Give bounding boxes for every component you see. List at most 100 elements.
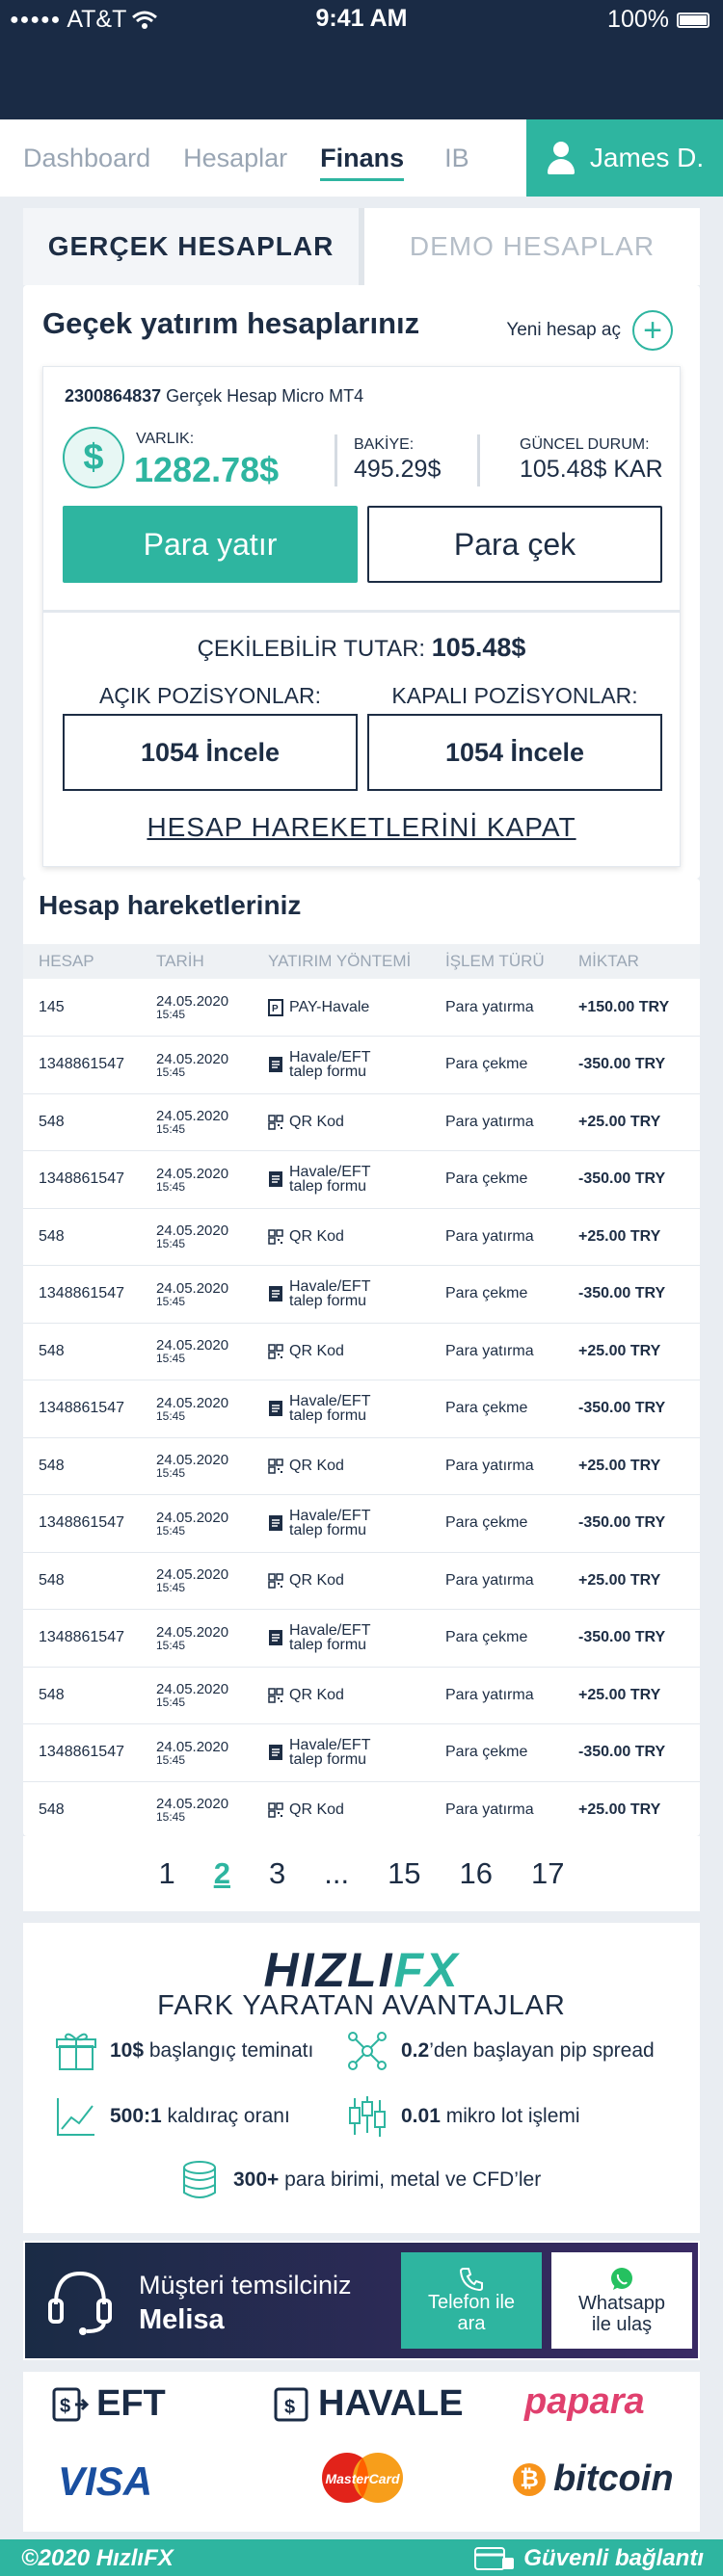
tab-hesaplar[interactable]: Hesaplar: [172, 144, 299, 173]
method-text: QR Kod: [289, 1572, 344, 1590]
table-row[interactable]: 548 24.05.2020 15:45 QR Kod Para yatırma +25.…: [23, 1667, 700, 1724]
method-text: QR Kod: [289, 1458, 344, 1475]
col-method: YATIRIM YÖNTEMİ: [253, 944, 430, 979]
close-movements-link[interactable]: HESAP HAREKETLERİNİ KAPAT: [43, 812, 680, 843]
plus-icon: +: [632, 310, 673, 351]
call-line1: Telefon ile: [427, 2292, 516, 2313]
time-text: 15:45: [156, 1179, 186, 1194]
closed-positions-label: KAPALI POZİSYONLAR:: [391, 683, 638, 708]
method-text: Havale/EFT: [289, 1164, 371, 1181]
account-tabs: GERÇEK HESAPLAR DEMO HESAPLAR: [23, 208, 700, 285]
date-text: 24.05.2020: [156, 1222, 229, 1240]
user-name: James D.: [589, 143, 705, 172]
call-button[interactable]: Telefon ile ara: [401, 2252, 542, 2349]
table-row[interactable]: 1348861547 24.05.2020 15:45 Havale/EFT talep…: [23, 1380, 700, 1438]
feature-text: para birimi, metal ve CFD’ler: [279, 2169, 542, 2191]
form-icon: [268, 1285, 283, 1302]
date-text: 24.05.2020: [156, 1279, 229, 1297]
qr-icon: [268, 1343, 283, 1360]
whatsapp-button[interactable]: Whatsapp ile ulaş: [551, 2252, 692, 2349]
feature-bold: 0.2: [401, 2039, 430, 2062]
cell-account: 1348861547: [23, 1494, 141, 1553]
qr-icon: [268, 1572, 283, 1590]
cell-method: QR Kod: [253, 1437, 430, 1495]
cell-account: 1348861547: [23, 1380, 141, 1438]
table-row[interactable]: 548 24.05.2020 15:45 QR Kod Para yatırma +25.…: [23, 1552, 700, 1610]
closed-positions-button[interactable]: 1054 İncele: [367, 714, 662, 791]
cell-account: 548: [23, 1093, 141, 1151]
cell-date: 24.05.2020 15:45: [141, 1552, 253, 1610]
cell-type: Para çekme: [430, 1380, 563, 1438]
method-text: Havale/EFT: [289, 1622, 371, 1640]
time-text: 15:45: [156, 1065, 186, 1079]
network-icon: [348, 2032, 387, 2070]
page-link[interactable]: 16: [460, 1856, 493, 1891]
table-row[interactable]: 548 24.05.2020 15:45 QR Kod Para yatırma +25.…: [23, 1208, 700, 1266]
cell-method: Havale/EFT talep formu: [253, 1494, 430, 1553]
cell-amount: +25.00 TRY: [563, 1667, 700, 1724]
table-row[interactable]: 1348861547 24.05.2020 15:45 Havale/EFT talep…: [23, 1150, 700, 1209]
table-row[interactable]: 548 24.05.2020 15:45 QR Kod Para yatırma +25.…: [23, 1437, 700, 1495]
form-icon: [268, 1170, 283, 1188]
cell-account: 1348861547: [23, 1723, 141, 1782]
cell-type: Para yatırma: [430, 1323, 563, 1380]
cell-method: QR Kod: [253, 1093, 430, 1151]
bitcoin-icon: ₿: [513, 2462, 546, 2496]
page-link[interactable]: 17: [531, 1856, 564, 1891]
cell-method: Havale/EFT talep formu: [253, 1036, 430, 1094]
cell-date: 24.05.2020 15:45: [141, 1609, 253, 1668]
account-type: Gerçek Hesap Micro MT4: [166, 386, 364, 406]
table-row[interactable]: 1348861547 24.05.2020 15:45 Havale/EFT talep…: [23, 1494, 700, 1553]
method-text-2: talep formu: [289, 1293, 367, 1310]
tab-ib[interactable]: IB: [433, 144, 481, 173]
open-positions-button[interactable]: 1054 İncele: [63, 714, 358, 791]
qr-icon: [268, 1801, 283, 1819]
page-link[interactable]: 3: [269, 1856, 285, 1891]
page-link[interactable]: 1: [158, 1856, 174, 1891]
method-text: QR Kod: [289, 1687, 344, 1704]
feature-item: 0.2’den başlayan pip spread: [345, 2029, 655, 2073]
withdraw-button[interactable]: Para çek: [367, 506, 662, 583]
phone-icon: [459, 2268, 483, 2292]
table-row[interactable]: 548 24.05.2020 15:45 QR Kod Para yatırma +25.…: [23, 1093, 700, 1151]
method-text-2: talep formu: [289, 1407, 367, 1425]
page-link[interactable]: 2: [214, 1856, 230, 1891]
tab-real-accounts[interactable]: GERÇEK HESAPLAR: [23, 208, 364, 285]
table-row[interactable]: 145 24.05.2020 15:45 P PAY-Havale Para yatırm…: [23, 979, 700, 1037]
table-row[interactable]: 548 24.05.2020 15:45 QR Kod Para yatırma +25.…: [23, 1781, 700, 1839]
cell-type: Para çekme: [430, 1609, 563, 1668]
table-row[interactable]: 1348861547 24.05.2020 15:45 Havale/EFT talep…: [23, 1265, 700, 1324]
payment-havale: $ HAVALE: [272, 2383, 464, 2425]
table-row[interactable]: 1348861547 24.05.2020 15:45 Havale/EFT talep…: [23, 1723, 700, 1782]
page-link[interactable]: 15: [388, 1856, 420, 1891]
cell-date: 24.05.2020 15:45: [141, 1265, 253, 1324]
table-row[interactable]: 1348861547 24.05.2020 15:45 Havale/EFT talep…: [23, 1036, 700, 1094]
form-icon: [268, 1514, 283, 1532]
method-text: Havale/EFT: [289, 1737, 371, 1754]
cell-amount: +25.00 TRY: [563, 1093, 700, 1151]
cell-method: P PAY-Havale: [253, 979, 430, 1037]
payment-bitcoin: ₿ bitcoin: [513, 2458, 674, 2500]
deposit-button[interactable]: Para yatır: [63, 506, 358, 583]
cell-method: Havale/EFT talep formu: [253, 1723, 430, 1782]
user-menu[interactable]: James D.: [526, 119, 723, 197]
cell-account: 1348861547: [23, 1265, 141, 1324]
cell-type: Para yatırma: [430, 1552, 563, 1610]
payment-bitcoin-label: bitcoin: [553, 2458, 674, 2499]
cell-method: Havale/EFT talep formu: [253, 1150, 430, 1209]
table-row[interactable]: 1348861547 24.05.2020 15:45 Havale/EFT talep…: [23, 1609, 700, 1668]
payment-mastercard: MasterCard: [316, 2449, 409, 2507]
eft-icon: $: [52, 2387, 89, 2421]
cell-account: 548: [23, 1437, 141, 1495]
pagination-ellipsis: ...: [324, 1856, 350, 1890]
cell-amount: -350.00 TRY: [563, 1380, 700, 1438]
representative-name: Melisa: [139, 2304, 225, 2335]
tab-dashboard[interactable]: Dashboard: [12, 144, 162, 173]
table-row[interactable]: 548 24.05.2020 15:45 QR Kod Para yatırma +25.…: [23, 1323, 700, 1380]
payment-eft: $ EFT: [50, 2383, 166, 2425]
payment-eft-label: EFT: [96, 2383, 166, 2424]
tab-demo-accounts[interactable]: DEMO HESAPLAR: [364, 208, 700, 285]
new-account-button[interactable]: Yeni hesap aç +: [506, 310, 673, 351]
tab-finans[interactable]: Finans: [308, 144, 415, 181]
cell-type: Para çekme: [430, 1265, 563, 1324]
